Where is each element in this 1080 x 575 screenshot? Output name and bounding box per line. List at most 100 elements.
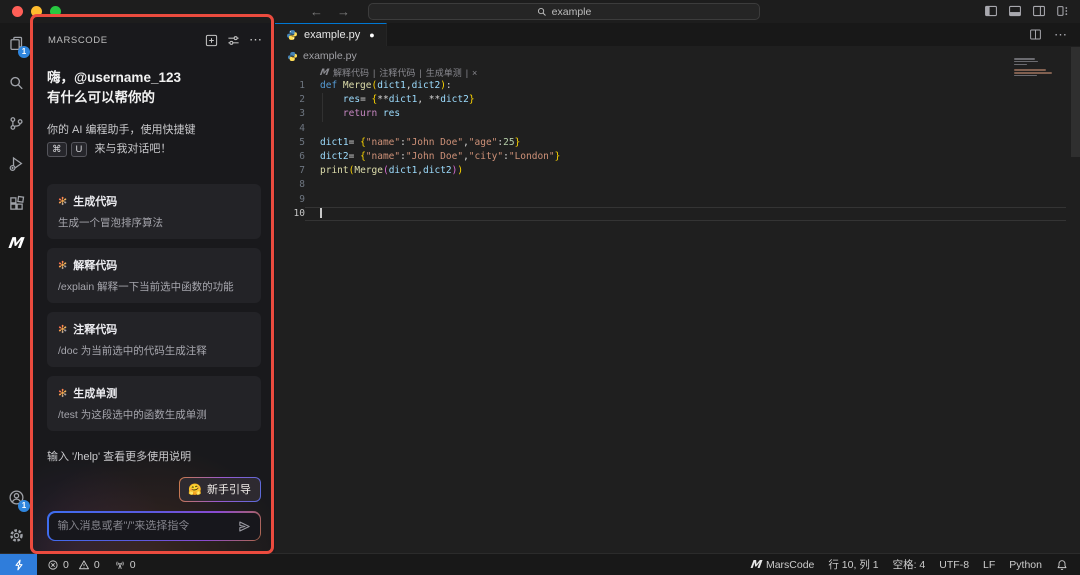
code-line-5[interactable]: 5dict1= {"name":"John Doe","age":25} <box>275 136 1080 150</box>
remote-indicator[interactable] <box>0 554 37 575</box>
code-token: ** <box>429 94 440 105</box>
code-token: "age" <box>469 137 498 148</box>
command-center-search[interactable]: example <box>368 3 760 20</box>
minimap[interactable] <box>1014 58 1066 85</box>
code-line-6[interactable]: 6dict2= {"name":"John Doe","city":"Londo… <box>275 150 1080 164</box>
suggestion-card-0[interactable]: ✻生成代码生成一个冒泡排序算法 <box>47 184 261 239</box>
card-description: /explain 解释一下当前选中函数的功能 <box>58 279 250 294</box>
onboarding-guide-button[interactable]: 🤗 新手引导 <box>179 477 261 502</box>
breadcrumb[interactable]: example.py <box>275 46 1080 66</box>
code-token: ) <box>457 165 463 176</box>
code-line-2[interactable]: 2 res= {**dict1, **dict2} <box>275 93 1080 107</box>
chat-message-input[interactable] <box>58 520 238 532</box>
code-token: Merge <box>354 165 383 176</box>
ports-status[interactable]: 0 <box>114 559 136 571</box>
greeting-line-2: 有什么可以帮你的 <box>47 88 261 108</box>
code-line-9[interactable]: 9 <box>275 193 1080 207</box>
account-icon[interactable]: 1 <box>0 477 33 517</box>
code-token: dict2 <box>412 80 441 91</box>
line-number: 3 <box>275 107 305 121</box>
code-token: return <box>343 108 377 119</box>
run-debug-icon[interactable] <box>0 143 33 183</box>
search-sidebar-icon[interactable] <box>0 63 33 103</box>
zoom-window-button[interactable] <box>50 6 61 17</box>
line-number: 4 <box>275 122 305 136</box>
code-token: } <box>515 137 521 148</box>
code-token: dict2 <box>320 151 349 162</box>
marscode-status-item[interactable]: M MarsCode <box>751 558 814 571</box>
editor-scrollbar[interactable] <box>1071 47 1080 157</box>
cursor-position-status[interactable]: 行 10, 列 1 <box>828 557 878 572</box>
eol-status[interactable]: LF <box>983 559 995 571</box>
problems-status[interactable]: 0 0 <box>47 559 100 571</box>
card-title: 生成单测 <box>73 385 117 401</box>
code-token: "name" <box>366 151 400 162</box>
code-line-10[interactable]: 10 <box>275 207 1080 221</box>
new-chat-icon[interactable] <box>205 34 218 47</box>
assistant-subtitle: 你的 AI 编程助手，使用快捷键 ⌘U 来与我对话吧！ <box>47 121 261 159</box>
editor-group: example.py ● ⋯ example.py M 解释代码|注释代码|生成… <box>275 23 1080 553</box>
code-token: dict1 <box>377 80 406 91</box>
editor-more-actions-icon[interactable]: ⋯ <box>1054 27 1068 43</box>
line-number: 9 <box>275 193 305 207</box>
minimize-window-button[interactable] <box>31 6 42 17</box>
code-token: = <box>349 137 360 148</box>
code-line-8[interactable]: 8 <box>275 178 1080 192</box>
code-line-1[interactable]: 1def Merge(dict1,dict2): <box>275 79 1080 93</box>
modified-dot-icon[interactable]: ● <box>369 30 374 40</box>
codelens-separator: | <box>466 68 468 78</box>
notifications-bell-icon[interactable] <box>1056 559 1068 571</box>
panel-more-icon[interactable]: ⋯ <box>249 35 263 45</box>
line-number: 10 <box>275 207 305 221</box>
code-token: res <box>343 94 360 105</box>
code-line-4[interactable]: 4 <box>275 122 1080 136</box>
error-count: 0 <box>63 559 69 571</box>
code-line-content <box>305 193 320 207</box>
code-token: = <box>360 94 371 105</box>
explorer-icon[interactable]: 1 <box>0 23 33 63</box>
send-icon[interactable] <box>238 520 251 533</box>
code-line-3[interactable]: 3 return res <box>275 107 1080 121</box>
language-mode-status[interactable]: Python <box>1009 559 1042 571</box>
command-center-text: example <box>552 6 592 18</box>
explorer-badge: 1 <box>18 46 30 58</box>
tab-example-py[interactable]: example.py ● <box>275 23 387 46</box>
codelens-link-0[interactable]: 解释代码 <box>333 66 369 79</box>
codelens-bar: M 解释代码|注释代码|生成单测|× <box>275 66 1080 79</box>
code-token: res <box>383 108 400 119</box>
toggle-panel-icon[interactable] <box>1008 4 1022 18</box>
codelens-link-1[interactable]: 注释代码 <box>379 66 415 79</box>
indentation-status[interactable]: 空格: 4 <box>893 557 926 572</box>
marscode-sidebar-icon[interactable]: M <box>0 223 33 263</box>
tune-filter-icon[interactable] <box>227 34 240 47</box>
toggle-primary-sidebar-icon[interactable] <box>984 4 998 18</box>
toggle-secondary-sidebar-icon[interactable] <box>1032 4 1046 18</box>
encoding-status[interactable]: UTF-8 <box>939 559 969 571</box>
history-forward-icon[interactable]: → <box>337 3 350 20</box>
history-back-icon[interactable]: ← <box>310 3 323 20</box>
marscode-status-label: MarsCode <box>766 559 814 571</box>
code-token: def <box>320 80 343 91</box>
code-token: dict2 <box>423 165 452 176</box>
guide-button-label: 新手引导 <box>207 481 251 497</box>
customize-layout-icon[interactable] <box>1056 4 1070 18</box>
code-line-7[interactable]: 7print(Merge(dict1,dict2)) <box>275 164 1080 178</box>
codelens-close-icon[interactable]: × <box>472 68 477 78</box>
split-editor-icon[interactable] <box>1029 28 1042 41</box>
search-icon <box>537 7 547 17</box>
close-window-button[interactable] <box>12 6 23 17</box>
code-token: dict2 <box>440 94 469 105</box>
sparkle-icon: ✻ <box>58 195 67 208</box>
extensions-icon[interactable] <box>0 183 33 223</box>
suggestion-card-2[interactable]: ✻注释代码/doc 为当前选中的代码生成注释 <box>47 312 261 367</box>
source-control-icon[interactable] <box>0 103 33 143</box>
suggestion-card-3[interactable]: ✻生成单测/test 为这段选中的函数生成单测 <box>47 376 261 431</box>
codelens-link-2[interactable]: 生成单测 <box>426 66 462 79</box>
code-line-content: dict2= {"name":"John Doe","city":"London… <box>305 150 560 164</box>
kbd-cmd-key: ⌘ <box>47 142 67 157</box>
code-line-content <box>305 178 320 192</box>
codelens-separator: | <box>373 68 375 78</box>
code-token: : <box>446 80 452 91</box>
suggestion-card-1[interactable]: ✻解释代码/explain 解释一下当前选中函数的功能 <box>47 248 261 303</box>
settings-gear-icon[interactable] <box>0 517 33 553</box>
